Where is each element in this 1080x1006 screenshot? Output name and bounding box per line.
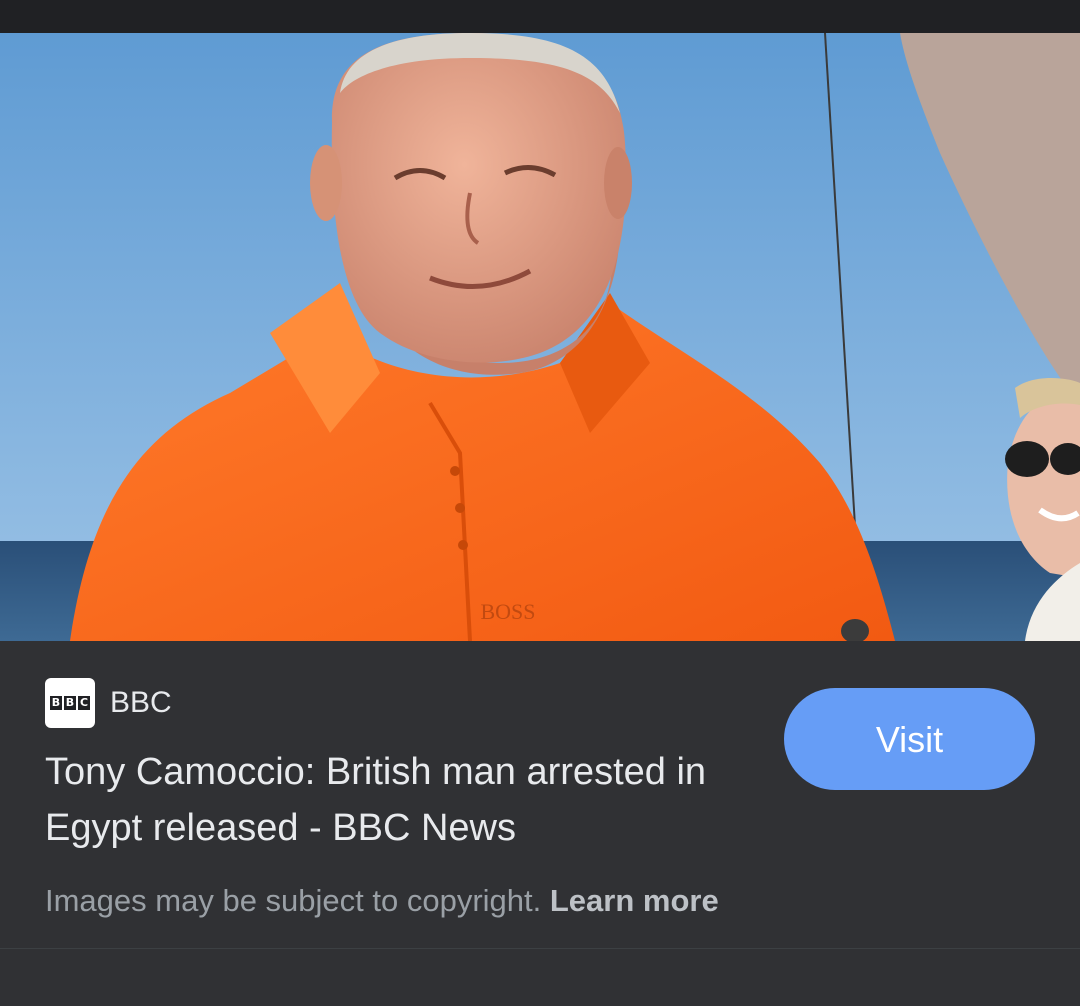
copyright-text: Images may be subject to copyright. [45, 883, 542, 918]
visit-button[interactable]: Visit [784, 688, 1035, 790]
source-row[interactable]: BBC BBC [45, 678, 172, 728]
result-image[interactable]: BOSS [0, 33, 1080, 641]
photo-illustration: BOSS [0, 33, 1080, 641]
source-name: BBC [110, 686, 172, 719]
top-bar [0, 0, 1080, 33]
copyright-notice: Images may be subject to copyright. Lear… [45, 881, 719, 921]
result-title[interactable]: Tony Camoccio: British man arrested in E… [45, 744, 765, 856]
bbc-logo-icon: BBC [45, 678, 95, 728]
next-section [0, 949, 1080, 1006]
image-viewer-page: BOSS BBC BBC Tony Camoccio: British man … [0, 0, 1080, 1006]
shirt-logo-text: BOSS [480, 599, 535, 624]
learn-more-link[interactable]: Learn more [550, 883, 719, 918]
result-details-panel: BBC BBC Tony Camoccio: British man arres… [0, 641, 1080, 949]
